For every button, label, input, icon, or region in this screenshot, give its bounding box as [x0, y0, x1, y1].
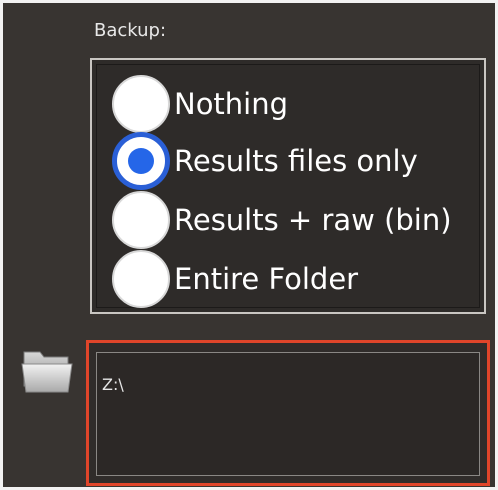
- radio-option-entire-folder[interactable]: Entire Folder: [112, 249, 358, 309]
- backup-path-field[interactable]: Z:\: [96, 352, 480, 476]
- backup-path-highlight: Z:\: [86, 340, 490, 486]
- folder-icon[interactable]: [20, 346, 74, 396]
- radio-label-entire-folder: Entire Folder: [174, 262, 359, 296]
- backup-label: Backup:: [94, 20, 167, 41]
- radio-button-results-raw[interactable]: [112, 191, 170, 249]
- radio-button-nothing[interactable]: [112, 75, 170, 133]
- radio-button-entire-folder[interactable]: [112, 250, 170, 308]
- radio-button-results-files-only[interactable]: [112, 132, 170, 190]
- radio-option-results-raw[interactable]: Results + raw (bin): [112, 190, 452, 250]
- radio-option-nothing[interactable]: Nothing: [112, 74, 288, 134]
- radio-label-nothing: Nothing: [174, 87, 289, 121]
- radio-selected-dot: [128, 148, 154, 174]
- radio-label-results-raw: Results + raw (bin): [174, 203, 452, 237]
- radio-option-results-files-only[interactable]: Results files only: [112, 131, 418, 191]
- radio-label-results-files-only: Results files only: [174, 144, 418, 178]
